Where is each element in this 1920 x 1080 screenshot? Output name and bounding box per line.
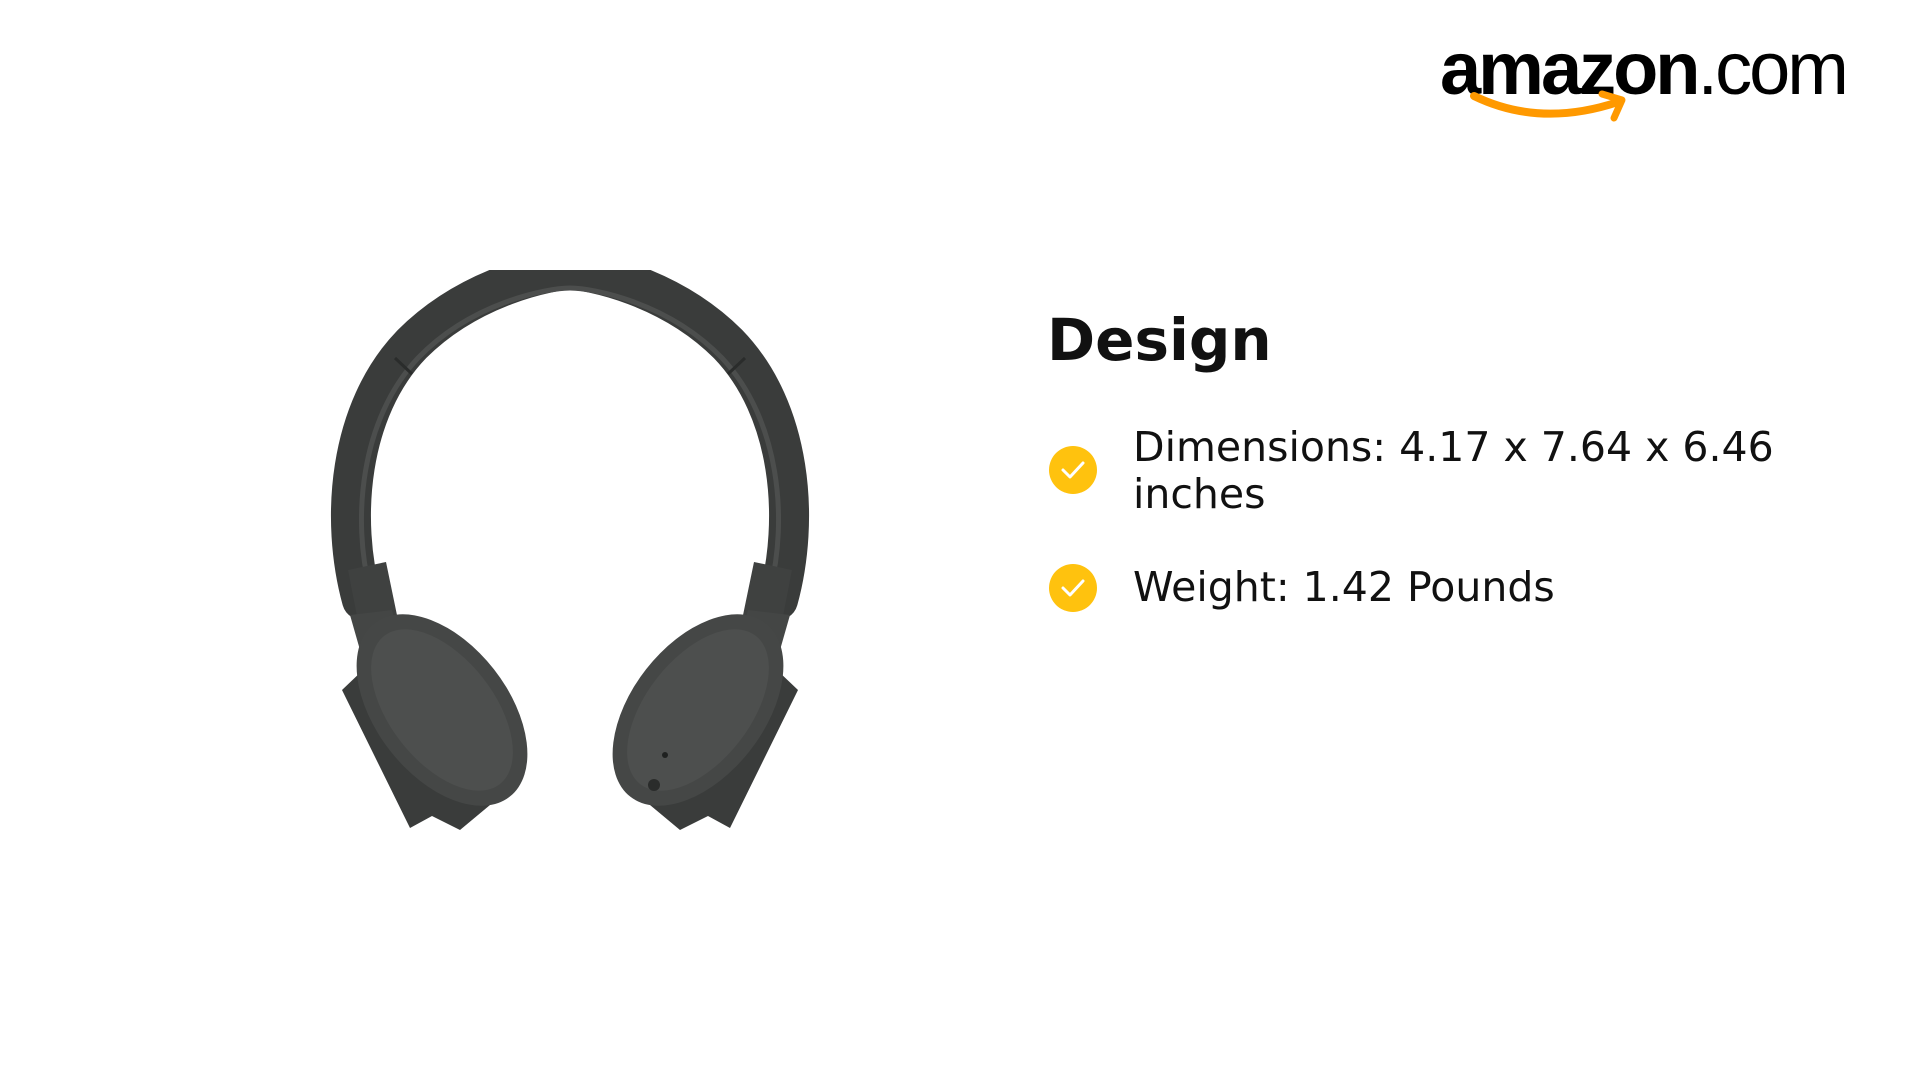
check-circle-icon bbox=[1049, 446, 1097, 494]
section-title: Design bbox=[1047, 306, 1272, 374]
feature-item-dimensions: Dimensions: 4.17 x 7.64 x 6.46 inches bbox=[1047, 424, 1827, 518]
design-section: Design Dimensions: 4.17 x 7.64 x 6.46 in… bbox=[1047, 300, 1827, 657]
feature-item-weight: Weight: 1.42 Pounds bbox=[1047, 563, 1827, 612]
check-circle-icon bbox=[1049, 564, 1097, 612]
headphones-image bbox=[320, 249, 820, 830]
smile-arrow-icon bbox=[1470, 90, 1626, 122]
feature-list: Dimensions: 4.17 x 7.64 x 6.46 inches We… bbox=[1047, 424, 1827, 612]
feature-text: Weight: 1.42 Pounds bbox=[1133, 563, 1555, 611]
headphones-illustration bbox=[331, 249, 809, 830]
amazon-logo: amazon.com bbox=[1440, 32, 1849, 132]
feature-text: Dimensions: 4.17 x 7.64 x 6.46 inches bbox=[1133, 423, 1774, 518]
